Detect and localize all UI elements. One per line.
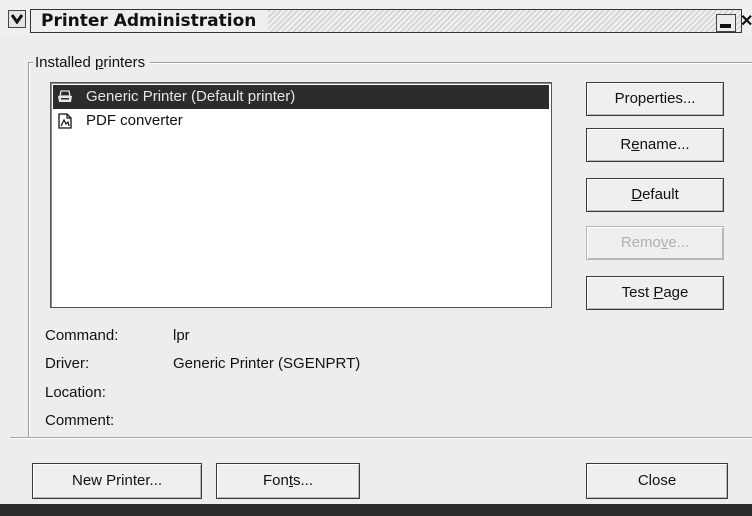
- printer-name: PDF converter: [86, 112, 183, 129]
- properties-button[interactable]: Properties...: [586, 82, 724, 116]
- printer-name: Generic Printer (Default printer): [86, 88, 296, 105]
- default-button[interactable]: Default: [586, 178, 724, 212]
- minimize-icon: [720, 24, 731, 28]
- remove-button[interactable]: Remove...: [586, 226, 724, 260]
- pdf-document-icon: [58, 113, 72, 129]
- list-item[interactable]: PDF converter: [53, 109, 549, 133]
- installed-printers-label: Installed printers: [33, 54, 151, 72]
- minimize-button[interactable]: [716, 14, 736, 32]
- comment-label: Comment:: [45, 412, 115, 429]
- chevron-down-icon: [11, 14, 23, 24]
- window-title: Printer Administration: [31, 10, 269, 32]
- driver-label: Driver:: [45, 355, 90, 372]
- title-bar[interactable]: Printer Administration ✕: [0, 0, 752, 36]
- driver-value: Generic Printer (SGENPRT): [173, 355, 361, 372]
- window-menu-button[interactable]: [8, 10, 26, 28]
- printer-list[interactable]: Generic Printer (Default printer) PDF co…: [50, 82, 552, 308]
- printer-admin-window: Printer Administration ✕ Installed print…: [0, 0, 752, 504]
- new-printer-button[interactable]: New Printer...: [32, 463, 202, 499]
- close-icon[interactable]: ✕: [740, 14, 752, 30]
- rename-button[interactable]: Rename...: [586, 128, 724, 162]
- command-label: Command:: [45, 327, 119, 344]
- list-item[interactable]: Generic Printer (Default printer): [53, 85, 549, 109]
- close-button[interactable]: Close: [586, 463, 728, 499]
- title-stripe: Printer Administration: [30, 9, 742, 33]
- test-page-button[interactable]: Test Page: [586, 276, 724, 310]
- divider: [10, 437, 752, 439]
- command-value: lpr: [173, 327, 190, 344]
- fonts-button[interactable]: Fonts...: [216, 463, 360, 499]
- location-label: Location:: [45, 384, 106, 401]
- printer-icon: [58, 90, 72, 102]
